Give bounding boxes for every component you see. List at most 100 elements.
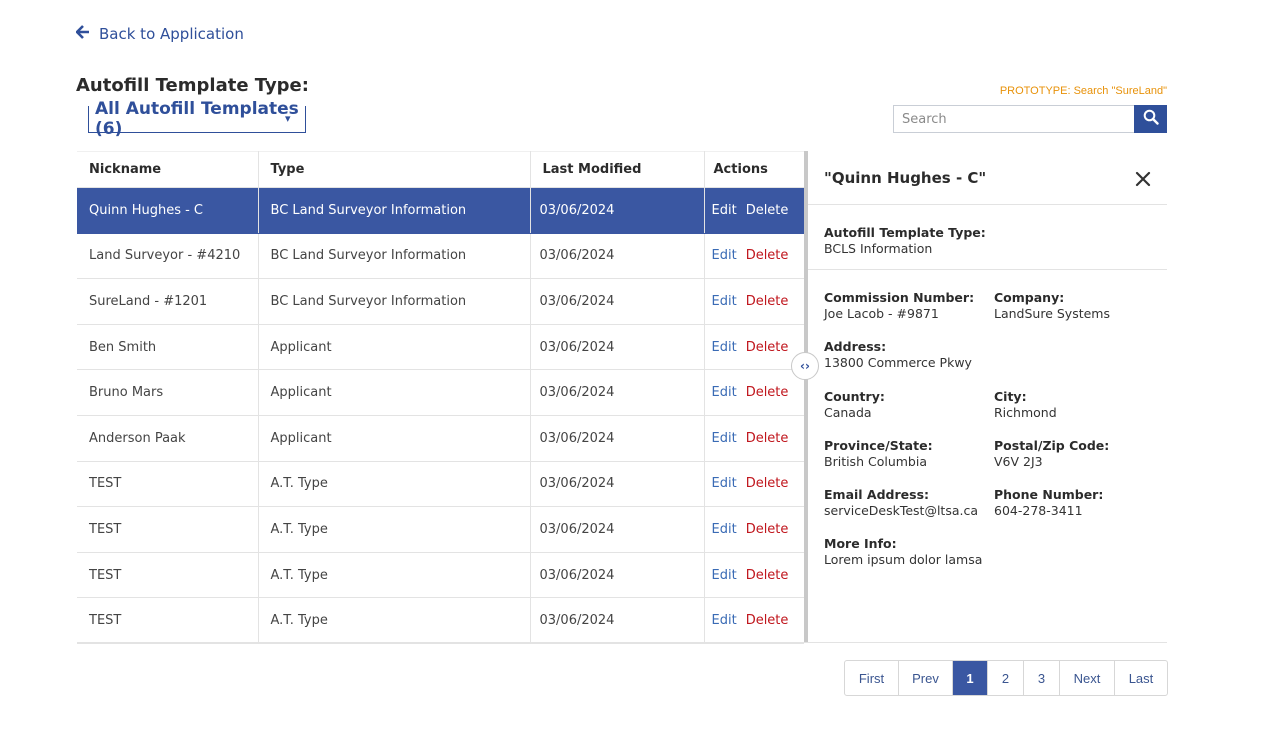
- cell-nickname: TEST: [77, 552, 259, 599]
- pagination-prev[interactable]: Prev: [899, 661, 953, 695]
- search-icon: [1143, 109, 1159, 129]
- pagination-page-1[interactable]: 1: [953, 661, 988, 695]
- cell-actions: Edit Delete: [704, 233, 804, 280]
- pagination-first[interactable]: First: [845, 661, 899, 695]
- pagination-page-3[interactable]: 3: [1024, 661, 1060, 695]
- field-country: Country: Canada: [824, 389, 885, 420]
- cell-last-modified: 03/06/2024: [530, 369, 705, 416]
- field-value: British Columbia: [824, 454, 927, 469]
- close-icon[interactable]: [1133, 169, 1153, 189]
- pagination-last[interactable]: Last: [1115, 661, 1167, 695]
- cell-last-modified: 03/06/2024: [530, 597, 705, 644]
- delete-link[interactable]: Delete: [746, 431, 789, 446]
- cell-actions: Edit Delete: [704, 415, 804, 462]
- detail-template-type: Autofill Template Type: BCLS Information: [808, 205, 1167, 270]
- cell-type: A.T. Type: [258, 597, 531, 644]
- table-row[interactable]: TEST A.T. Type 03/06/2024 Edit Delete: [77, 552, 804, 599]
- column-header-last-modified[interactable]: Last Modified: [530, 151, 705, 188]
- search-input[interactable]: [893, 105, 1134, 133]
- cell-actions: Edit Delete: [704, 369, 804, 416]
- template-type-selected-value: All Autofill Templates (6): [95, 99, 299, 139]
- arrow-left-icon: [75, 25, 90, 43]
- templates-table: Nickname Type Last Modified Actions Quin…: [77, 151, 804, 644]
- cell-type: BC Land Surveyor Information: [258, 233, 531, 280]
- cell-nickname: Bruno Mars: [77, 369, 259, 416]
- pagination-next[interactable]: Next: [1060, 661, 1115, 695]
- edit-link[interactable]: Edit: [712, 476, 737, 491]
- field-label: Postal/Zip Code:: [994, 438, 1110, 453]
- pagination-page-2[interactable]: 2: [988, 661, 1024, 695]
- edit-link[interactable]: Edit: [712, 248, 737, 263]
- field-more-info: More Info: Lorem ipsum dolor lamsa: [824, 536, 982, 567]
- edit-link[interactable]: Edit: [712, 613, 737, 628]
- column-header-nickname[interactable]: Nickname: [77, 151, 259, 188]
- table-row[interactable]: Quinn Hughes - C BC Land Surveyor Informa…: [77, 187, 804, 234]
- cell-last-modified: 03/06/2024: [530, 324, 705, 371]
- table-header-row: Nickname Type Last Modified Actions: [77, 151, 804, 188]
- detail-header: "Quinn Hughes - C": [808, 151, 1167, 205]
- cell-last-modified: 03/06/2024: [530, 552, 705, 599]
- edit-link[interactable]: Edit: [712, 294, 737, 309]
- cell-actions: Edit Delete: [704, 552, 804, 599]
- table-row[interactable]: TEST A.T. Type 03/06/2024 Edit Delete: [77, 461, 804, 508]
- cell-nickname: Ben Smith: [77, 324, 259, 371]
- detail-panel: "Quinn Hughes - C" Autofill Template Typ…: [808, 151, 1167, 643]
- prototype-note: PROTOTYPE: Search "SureLand": [999, 85, 1167, 97]
- cell-nickname: Anderson Paak: [77, 415, 259, 462]
- delete-link[interactable]: Delete: [746, 568, 789, 583]
- template-type-select[interactable]: All Autofill Templates (6) ▾: [88, 99, 306, 139]
- table-row[interactable]: SureLand - #1201 BC Land Surveyor Informa…: [77, 278, 804, 325]
- cell-last-modified: 03/06/2024: [530, 415, 705, 462]
- edit-link[interactable]: Edit: [712, 522, 737, 537]
- table-row[interactable]: TEST A.T. Type 03/06/2024 Edit Delete: [77, 597, 804, 644]
- cell-type: BC Land Surveyor Information: [258, 187, 531, 234]
- delete-link[interactable]: Delete: [746, 613, 789, 628]
- delete-link[interactable]: Delete: [746, 476, 789, 491]
- delete-link[interactable]: Delete: [746, 340, 789, 355]
- table-row[interactable]: Ben Smith Applicant 03/06/2024 Edit Delete: [77, 324, 804, 371]
- edit-link[interactable]: Edit: [712, 340, 737, 355]
- edit-link[interactable]: Edit: [712, 203, 737, 218]
- field-value: Canada: [824, 405, 872, 420]
- cell-nickname: TEST: [77, 461, 259, 508]
- table-row[interactable]: TEST A.T. Type 03/06/2024 Edit Delete: [77, 506, 804, 553]
- search-button[interactable]: [1134, 105, 1167, 133]
- table-row[interactable]: Bruno Mars Applicant 03/06/2024 Edit Delete: [77, 369, 804, 416]
- edit-link[interactable]: Edit: [712, 431, 737, 446]
- field-label: Address:: [824, 339, 887, 354]
- delete-link[interactable]: Delete: [746, 248, 789, 263]
- field-label: Country:: [824, 389, 885, 404]
- delete-link[interactable]: Delete: [746, 385, 789, 400]
- field-address: Address: 13800 Commerce Pkwy: [824, 339, 972, 370]
- cell-actions: Edit Delete: [704, 597, 804, 644]
- field-commission-number: Commission Number: Joe Lacob - #9871: [824, 290, 974, 321]
- detail-title: "Quinn Hughes - C": [824, 168, 987, 187]
- field-label: Commission Number:: [824, 290, 975, 305]
- delete-link[interactable]: Delete: [746, 203, 789, 218]
- table-row[interactable]: Anderson Paak Applicant 03/06/2024 Edit Dele…: [77, 415, 804, 462]
- cell-actions: Edit Delete: [704, 187, 804, 234]
- edit-link[interactable]: Edit: [712, 568, 737, 583]
- cell-type: Applicant: [258, 369, 531, 416]
- edit-link[interactable]: Edit: [712, 385, 737, 400]
- cell-type: Applicant: [258, 324, 531, 371]
- divider: [77, 642, 1167, 643]
- cell-nickname: SureLand - #1201: [77, 278, 259, 325]
- cell-actions: Edit Delete: [704, 324, 804, 371]
- table-row[interactable]: Land Surveyor - #4210 BC Land Surveyor In…: [77, 233, 804, 280]
- cell-last-modified: 03/06/2024: [530, 461, 705, 508]
- field-label: Company:: [994, 290, 1065, 305]
- column-header-type[interactable]: Type: [258, 151, 531, 188]
- back-link-label: Back to Application: [99, 25, 244, 43]
- field-phone: Phone Number: 604-278-3411: [994, 487, 1103, 518]
- caret-down-icon: ▾: [285, 112, 291, 125]
- back-to-application-link[interactable]: Back to Application: [75, 25, 244, 43]
- pagination: First Prev 1 2 3 Next Last: [844, 660, 1168, 696]
- field-label: Email Address:: [824, 487, 930, 502]
- delete-link[interactable]: Delete: [746, 294, 789, 309]
- field-value: Lorem ipsum dolor lamsa: [824, 552, 983, 567]
- cell-nickname: TEST: [77, 597, 259, 644]
- field-city: City: Richmond: [994, 389, 1057, 420]
- delete-link[interactable]: Delete: [746, 522, 789, 537]
- cell-nickname: Quinn Hughes - C: [77, 187, 259, 234]
